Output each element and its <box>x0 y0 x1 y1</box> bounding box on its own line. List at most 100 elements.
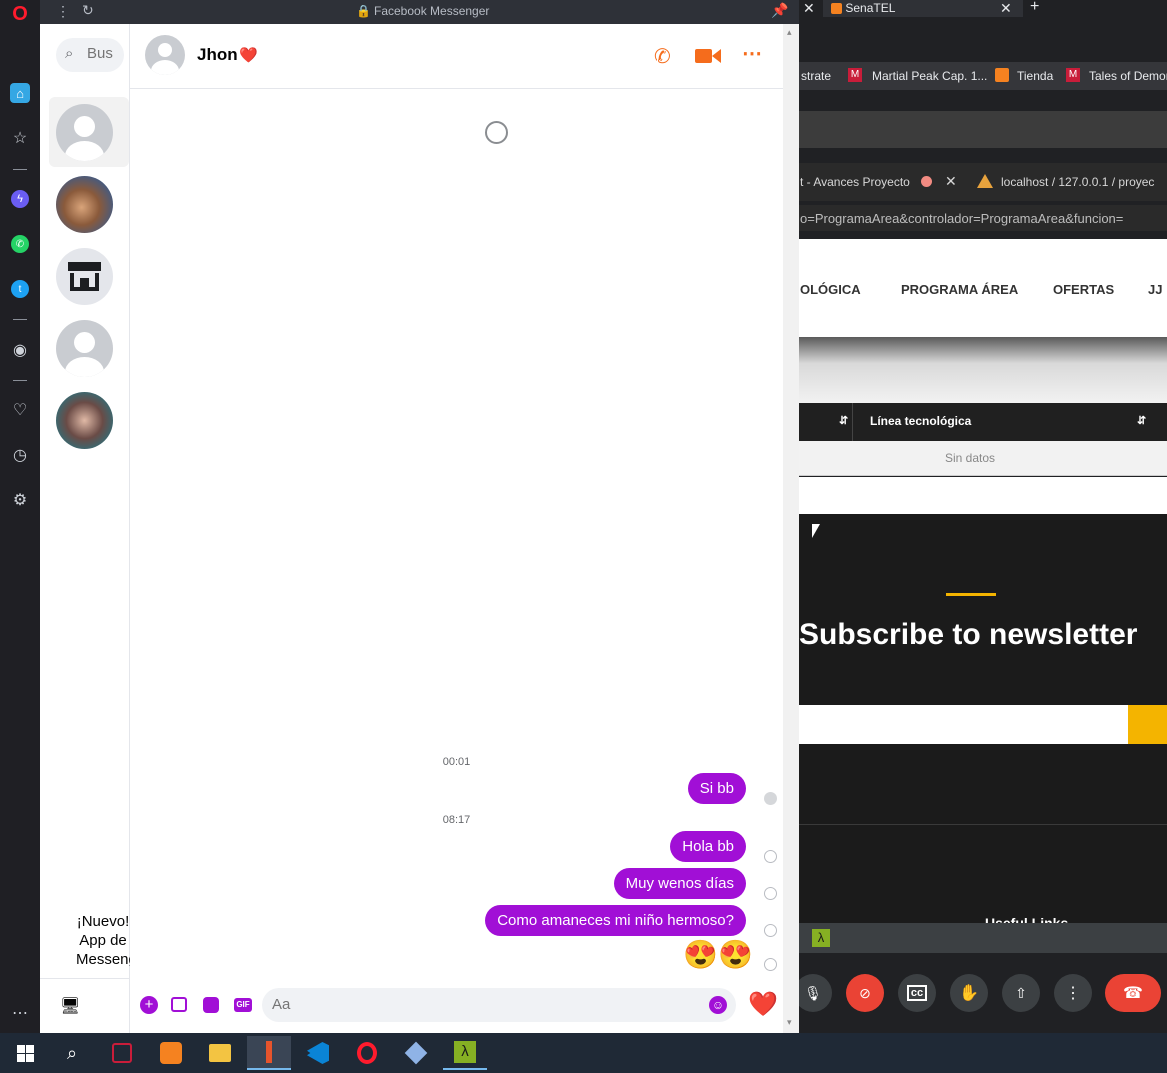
sidebar-divider <box>13 380 27 381</box>
avatar[interactable] <box>56 320 113 377</box>
file-explorer-icon[interactable] <box>198 1036 242 1070</box>
chat-header: Jhon ❤️ ✆ ⋯ <box>130 24 783 89</box>
sent-check-icon <box>764 958 777 971</box>
nav-item[interactable]: PROGRAMA ÁREA <box>901 282 1018 297</box>
message-bubble[interactable]: Como amaneces mi niño hermoso? <box>485 905 746 936</box>
avatar[interactable] <box>56 392 113 449</box>
bookmark-icon: M <box>848 68 862 82</box>
captions-icon[interactable]: cc <box>898 974 936 1012</box>
tab-label: SenaTEL <box>845 1 896 15</box>
message-composer[interactable]: ☺ <box>262 988 736 1022</box>
nav-item[interactable]: JJ <box>1148 282 1162 297</box>
newsletter-heading: Subscribe to newsletter <box>799 618 1138 651</box>
pin-icon[interactable]: 📌 <box>771 2 788 19</box>
inner-tab[interactable]: localhost / 127.0.0.1 / proyec <box>1001 175 1154 189</box>
add-icon[interactable]: + <box>140 996 158 1014</box>
more-options-icon[interactable]: ⋮ <box>1054 974 1092 1012</box>
inner-tabs: t - Avances Proyecto ✕ localhost / 127.0… <box>799 163 1167 201</box>
bookmark[interactable]: Tales of Demor <box>1089 69 1167 83</box>
settings-gear-icon[interactable]: ⚙ <box>8 488 32 512</box>
divider <box>799 824 1167 825</box>
empty-text: Sin datos <box>945 451 996 465</box>
message-input[interactable] <box>272 996 692 1013</box>
chat-area: Jhon ❤️ ✆ ⋯ 00:01 Si bb 08:17 Hola bb Mu… <box>130 24 783 1033</box>
close-tab-icon[interactable]: ✕ <box>945 173 957 190</box>
new-tab-icon[interactable]: + <box>1030 0 1039 16</box>
windows-start-icon[interactable] <box>3 1036 47 1070</box>
bookmarks-icon[interactable]: ☆ <box>8 126 32 150</box>
player-icon[interactable]: ◉ <box>8 338 32 362</box>
xampp-icon[interactable] <box>149 1036 193 1070</box>
new-app-promo-text[interactable]: ¡Nuevo! App de Messenger <box>76 912 130 1033</box>
heart-icon[interactable]: ♡ <box>8 398 32 422</box>
sent-check-icon <box>764 924 777 937</box>
gif-icon[interactable]: GIF <box>234 998 252 1012</box>
phone-call-icon[interactable]: ✆ <box>654 44 671 69</box>
history-icon[interactable]: ◷ <box>8 443 32 467</box>
nav-item[interactable]: OFERTAS <box>1053 282 1114 297</box>
url-bar[interactable]: o=ProgramaArea&controlador=ProgramaArea&… <box>799 205 1167 231</box>
contact-name[interactable]: Jhon <box>197 45 238 65</box>
reload-icon[interactable]: ↻ <box>82 2 94 19</box>
message-bubble[interactable]: Si bb <box>687 773 746 804</box>
network-tool-icon[interactable] <box>247 1036 291 1070</box>
newsletter-email-input[interactable] <box>799 705 1128 744</box>
whatsapp-icon[interactable]: ✆ <box>8 232 32 256</box>
home-icon[interactable]: ⌂ <box>8 81 32 105</box>
sticker-icon[interactable] <box>203 997 219 1013</box>
sort-icon[interactable]: ⇵ <box>839 414 848 427</box>
avatar[interactable] <box>56 248 113 305</box>
sent-check-icon <box>764 850 777 863</box>
message-bubble[interactable]: Hola bb <box>670 831 746 862</box>
url-text: o=ProgramaArea&controlador=ProgramaArea&… <box>800 211 1124 226</box>
more-options-icon[interactable]: ⋯ <box>742 41 762 66</box>
contact-avatar[interactable] <box>145 35 185 75</box>
close-tab-icon[interactable]: ✕ <box>803 0 815 17</box>
image-icon[interactable] <box>171 997 187 1012</box>
close-tab-icon[interactable]: ✕ <box>1000 0 1012 17</box>
emoji-picker-icon[interactable]: ☺ <box>709 996 727 1014</box>
hang-up-icon[interactable]: ☎ <box>1105 974 1161 1012</box>
present-screen-icon[interactable]: ⇧ <box>1002 974 1040 1012</box>
emoji-message[interactable]: 😍😍 <box>683 938 753 972</box>
opera-logo-icon[interactable]: O <box>8 2 32 26</box>
avatar[interactable] <box>56 104 113 161</box>
opera-icon[interactable] <box>345 1036 389 1070</box>
desktop-app-icon[interactable]: 🖥 <box>60 996 80 1016</box>
bookmark[interactable]: strate <box>801 69 831 83</box>
lambda-icon: λ <box>812 929 830 947</box>
like-heart-button[interactable]: ❤️ <box>748 990 778 1019</box>
avatar[interactable] <box>56 176 113 233</box>
bookmark[interactable]: Tienda <box>1017 69 1053 83</box>
lambda-app-icon[interactable]: λ <box>443 1036 487 1070</box>
twitter-icon[interactable]: t <box>8 277 32 301</box>
sort-icon[interactable]: ⇵ <box>1137 414 1146 427</box>
search-icon[interactable]: ⌕ <box>50 1036 94 1070</box>
bookmarks-bar: strate M Martial Peak Cap. 1... Tienda M… <box>799 62 1167 90</box>
meet-strip: λ <box>799 923 1167 953</box>
site-nav: OLÓGICA PROGRAMA ÁREA OFERTAS JJ <box>799 239 1167 337</box>
app-icon-vivaldi[interactable] <box>100 1036 144 1070</box>
xampp-icon <box>831 3 842 15</box>
sent-check-icon <box>764 887 777 900</box>
search-box[interactable]: ⌕ <box>56 38 124 72</box>
more-icon[interactable]: ⋯ <box>8 1001 32 1025</box>
search-input[interactable] <box>87 45 119 62</box>
scroll-down-icon: ▾ <box>787 1017 792 1027</box>
scrollbar[interactable]: ▴ ▾ <box>783 24 799 1033</box>
app-cube-icon[interactable] <box>394 1036 438 1070</box>
subscribe-button[interactable] <box>1128 705 1167 744</box>
nav-item[interactable]: OLÓGICA <box>800 282 861 297</box>
bookmark[interactable]: Martial Peak Cap. 1... <box>872 69 987 83</box>
vscode-icon[interactable] <box>296 1036 340 1070</box>
column-header[interactable]: Línea tecnológica <box>870 414 971 428</box>
video-call-icon[interactable] <box>695 49 712 63</box>
camera-off-icon[interactable]: ⊘ <box>846 974 884 1012</box>
menu-dots-icon[interactable]: ⋮ <box>56 3 70 20</box>
messenger-icon[interactable]: ϟ <box>8 187 32 211</box>
inner-tab[interactable]: t - Avances Proyecto <box>800 175 910 189</box>
tab-senatel[interactable]: SenaTEL <box>823 0 1023 17</box>
raise-hand-icon[interactable]: ✋ <box>950 974 988 1012</box>
heart-emoji: ❤️ <box>239 47 258 64</box>
message-bubble[interactable]: Muy wenos días <box>613 868 746 899</box>
